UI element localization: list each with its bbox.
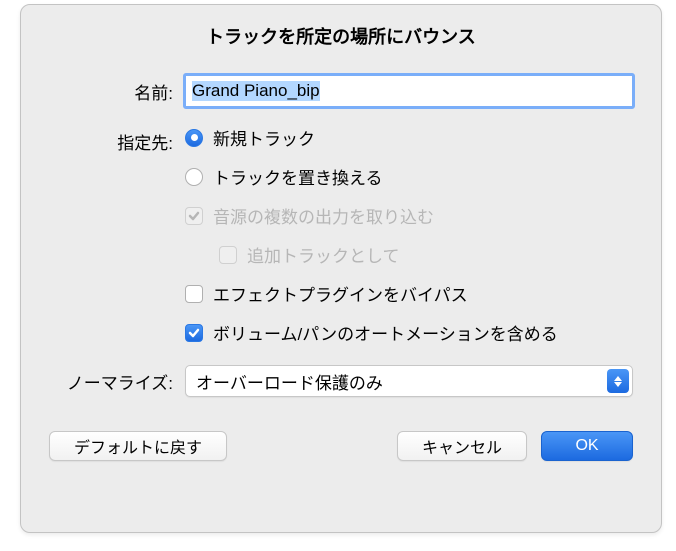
updown-arrows-icon	[607, 369, 629, 393]
normalize-row: ノーマライズ: オーバーロード保護のみ	[49, 365, 633, 397]
normalize-label: ノーマライズ:	[49, 365, 185, 394]
checkbox-label: 追加トラックとして	[247, 242, 400, 267]
checkbox-label: 音源の複数の出力を取り込む	[213, 203, 434, 228]
radio-label: 新規トラック	[213, 125, 315, 150]
check-include-multioutput: 音源の複数の出力を取り込む	[185, 203, 633, 228]
bounce-dialog: トラックを所定の場所にバウンス 名前: 指定先: 新規トラック トラックを置き換…	[20, 4, 662, 533]
radio-label: トラックを置き換える	[213, 164, 383, 189]
name-input[interactable]	[185, 75, 633, 107]
name-row: 名前:	[49, 75, 633, 107]
normalize-select[interactable]: オーバーロード保護のみ	[185, 365, 633, 397]
destination-label: 指定先:	[49, 125, 185, 154]
radio-replace-track[interactable]: トラックを置き換える	[185, 164, 633, 189]
checkbox-icon	[185, 285, 203, 303]
checkbox-label: ボリューム/パンのオートメーションを含める	[213, 320, 558, 345]
radio-icon	[185, 168, 203, 186]
checkbox-label: エフェクトプラグインをバイパス	[213, 281, 468, 306]
check-as-additional-tracks: 追加トラックとして	[185, 242, 633, 267]
cancel-button[interactable]: キャンセル	[397, 431, 527, 461]
radio-icon	[185, 129, 203, 147]
ok-button[interactable]: OK	[541, 431, 633, 461]
normalize-select-button[interactable]: オーバーロード保護のみ	[185, 365, 633, 397]
destination-radio-group: 新規トラック トラックを置き換える 音源の複数の出力を取り込む 追	[185, 125, 633, 345]
dialog-footer: デフォルトに戻す キャンセル OK	[49, 431, 633, 461]
check-bypass-effects[interactable]: エフェクトプラグインをバイパス	[185, 281, 633, 306]
reset-defaults-button[interactable]: デフォルトに戻す	[49, 431, 227, 461]
checkbox-icon	[219, 246, 237, 264]
dialog-title: トラックを所定の場所にバウンス	[49, 23, 633, 49]
checkbox-icon	[185, 324, 203, 342]
checkbox-icon	[185, 207, 203, 225]
radio-new-track[interactable]: 新規トラック	[185, 125, 633, 150]
destination-row: 指定先: 新規トラック トラックを置き換える 音源の複数の出力を取り込む	[49, 125, 633, 345]
check-include-volume-pan-automation[interactable]: ボリューム/パンのオートメーションを含める	[185, 320, 633, 345]
name-label: 名前:	[49, 75, 185, 104]
